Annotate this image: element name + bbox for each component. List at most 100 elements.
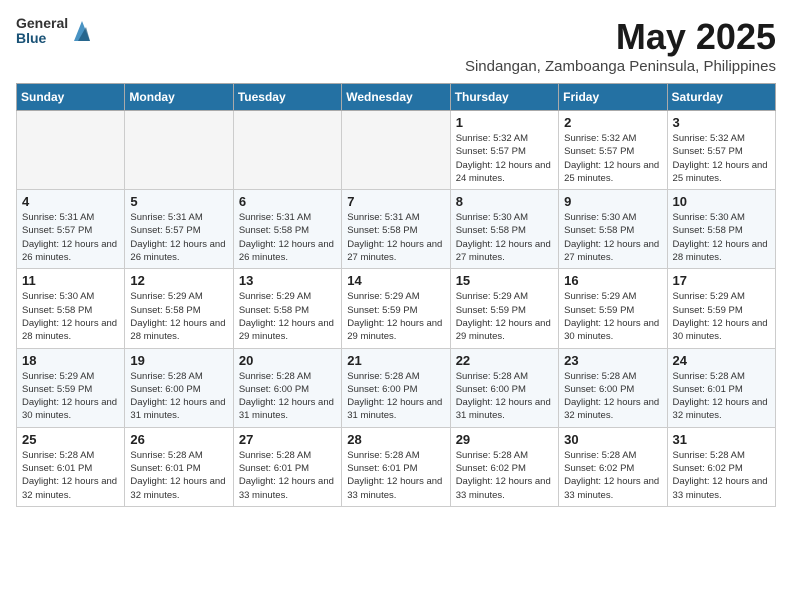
month-year-title: May 2025 [465,16,776,58]
day-info: Sunrise: 5:31 AMSunset: 5:58 PMDaylight:… [239,211,336,264]
title-section: May 2025 Sindangan, Zamboanga Peninsula,… [465,16,776,75]
location-subtitle: Sindangan, Zamboanga Peninsula, Philippi… [465,58,776,75]
calendar-week-row: 11 Sunrise: 5:30 AMSunset: 5:58 PMDayligh… [17,269,776,348]
day-number: 5 [130,194,227,209]
day-info: Sunrise: 5:28 AMSunset: 6:00 PMDaylight:… [130,370,227,423]
day-number: 24 [673,353,770,368]
day-number: 6 [239,194,336,209]
day-number: 27 [239,432,336,447]
weekday-header-row: SundayMondayTuesdayWednesdayThursdayFrid… [17,84,776,111]
weekday-header-saturday: Saturday [667,84,775,111]
day-number: 20 [239,353,336,368]
day-info: Sunrise: 5:28 AMSunset: 6:00 PMDaylight:… [347,370,444,423]
day-number: 1 [456,115,553,130]
calendar-day-cell: 25 Sunrise: 5:28 AMSunset: 6:01 PMDayligh… [17,427,125,506]
day-number: 18 [22,353,119,368]
day-info: Sunrise: 5:28 AMSunset: 6:01 PMDaylight:… [239,449,336,502]
logo-general: General [16,16,68,31]
day-info: Sunrise: 5:29 AMSunset: 5:59 PMDaylight:… [673,290,770,343]
day-info: Sunrise: 5:31 AMSunset: 5:57 PMDaylight:… [130,211,227,264]
day-info: Sunrise: 5:32 AMSunset: 5:57 PMDaylight:… [564,132,661,185]
calendar-day-cell: 26 Sunrise: 5:28 AMSunset: 6:01 PMDayligh… [125,427,233,506]
day-info: Sunrise: 5:29 AMSunset: 5:58 PMDaylight:… [239,290,336,343]
day-info: Sunrise: 5:32 AMSunset: 5:57 PMDaylight:… [673,132,770,185]
day-info: Sunrise: 5:28 AMSunset: 6:02 PMDaylight:… [456,449,553,502]
day-info: Sunrise: 5:29 AMSunset: 5:59 PMDaylight:… [564,290,661,343]
day-number: 28 [347,432,444,447]
day-number: 14 [347,273,444,288]
day-info: Sunrise: 5:29 AMSunset: 5:59 PMDaylight:… [347,290,444,343]
day-info: Sunrise: 5:28 AMSunset: 6:01 PMDaylight:… [347,449,444,502]
day-info: Sunrise: 5:28 AMSunset: 6:01 PMDaylight:… [673,370,770,423]
day-number: 21 [347,353,444,368]
calendar-day-cell: 19 Sunrise: 5:28 AMSunset: 6:00 PMDayligh… [125,348,233,427]
day-info: Sunrise: 5:30 AMSunset: 5:58 PMDaylight:… [673,211,770,264]
day-info: Sunrise: 5:29 AMSunset: 5:59 PMDaylight:… [22,370,119,423]
day-number: 19 [130,353,227,368]
calendar-day-cell: 14 Sunrise: 5:29 AMSunset: 5:59 PMDayligh… [342,269,450,348]
calendar-day-cell: 15 Sunrise: 5:29 AMSunset: 5:59 PMDayligh… [450,269,558,348]
logo-icon [72,19,92,43]
day-info: Sunrise: 5:29 AMSunset: 5:59 PMDaylight:… [456,290,553,343]
calendar-day-cell: 23 Sunrise: 5:28 AMSunset: 6:00 PMDayligh… [559,348,667,427]
day-number: 22 [456,353,553,368]
day-number: 26 [130,432,227,447]
day-number: 8 [456,194,553,209]
day-number: 4 [22,194,119,209]
day-info: Sunrise: 5:31 AMSunset: 5:57 PMDaylight:… [22,211,119,264]
day-number: 3 [673,115,770,130]
calendar-day-cell: 20 Sunrise: 5:28 AMSunset: 6:00 PMDayligh… [233,348,341,427]
calendar-day-cell: 12Sunrise: 5:29 AMSunset: 5:58 PMDayligh… [125,269,233,348]
day-number: 11 [22,273,119,288]
calendar-day-cell: 8Sunrise: 5:30 AMSunset: 5:58 PMDaylight… [450,190,558,269]
weekday-header-wednesday: Wednesday [342,84,450,111]
day-number: 25 [22,432,119,447]
day-number: 23 [564,353,661,368]
day-info: Sunrise: 5:28 AMSunset: 6:00 PMDaylight:… [564,370,661,423]
calendar-day-cell: 9Sunrise: 5:30 AMSunset: 5:58 PMDaylight… [559,190,667,269]
day-number: 30 [564,432,661,447]
day-info: Sunrise: 5:32 AMSunset: 5:57 PMDaylight:… [456,132,553,185]
calendar-day-cell: 24 Sunrise: 5:28 AMSunset: 6:01 PMDayligh… [667,348,775,427]
day-info: Sunrise: 5:30 AMSunset: 5:58 PMDaylight:… [564,211,661,264]
calendar-day-cell [125,111,233,190]
day-number: 29 [456,432,553,447]
calendar-day-cell: 17 Sunrise: 5:29 AMSunset: 5:59 PMDayligh… [667,269,775,348]
calendar-day-cell: 13 Sunrise: 5:29 AMSunset: 5:58 PMDayligh… [233,269,341,348]
day-info: Sunrise: 5:28 AMSunset: 6:01 PMDaylight:… [130,449,227,502]
weekday-header-thursday: Thursday [450,84,558,111]
weekday-header-tuesday: Tuesday [233,84,341,111]
day-number: 2 [564,115,661,130]
calendar-week-row: 25 Sunrise: 5:28 AMSunset: 6:01 PMDayligh… [17,427,776,506]
page-header: General Blue May 2025 Sindangan, Zamboan… [16,16,776,75]
day-info: Sunrise: 5:28 AMSunset: 6:00 PMDaylight:… [456,370,553,423]
calendar-day-cell: 22 Sunrise: 5:28 AMSunset: 6:00 PMDayligh… [450,348,558,427]
logo: General Blue [16,16,92,47]
calendar-day-cell: 21 Sunrise: 5:28 AMSunset: 6:00 PMDayligh… [342,348,450,427]
calendar-day-cell: 29 Sunrise: 5:28 AMSunset: 6:02 PMDayligh… [450,427,558,506]
calendar-day-cell: 10Sunrise: 5:30 AMSunset: 5:58 PMDayligh… [667,190,775,269]
calendar-week-row: 18 Sunrise: 5:29 AMSunset: 5:59 PMDayligh… [17,348,776,427]
day-number: 17 [673,273,770,288]
calendar-day-cell: 7 Sunrise: 5:31 AMSunset: 5:58 PMDaylight… [342,190,450,269]
day-info: Sunrise: 5:28 AMSunset: 6:01 PMDaylight:… [22,449,119,502]
day-number: 15 [456,273,553,288]
calendar-day-cell: 4 Sunrise: 5:31 AMSunset: 5:57 PMDaylight… [17,190,125,269]
day-number: 31 [673,432,770,447]
day-number: 7 [347,194,444,209]
calendar-week-row: 4 Sunrise: 5:31 AMSunset: 5:57 PMDaylight… [17,190,776,269]
day-info: Sunrise: 5:28 AMSunset: 6:02 PMDaylight:… [564,449,661,502]
calendar-day-cell: 5 Sunrise: 5:31 AMSunset: 5:57 PMDaylight… [125,190,233,269]
calendar-day-cell: 2 Sunrise: 5:32 AMSunset: 5:57 PMDaylight… [559,111,667,190]
day-number: 16 [564,273,661,288]
calendar-day-cell [342,111,450,190]
weekday-header-sunday: Sunday [17,84,125,111]
weekday-header-monday: Monday [125,84,233,111]
day-number: 13 [239,273,336,288]
calendar-day-cell: 16 Sunrise: 5:29 AMSunset: 5:59 PMDayligh… [559,269,667,348]
day-number: 12 [130,273,227,288]
day-info: Sunrise: 5:31 AMSunset: 5:58 PMDaylight:… [347,211,444,264]
calendar-day-cell: 27 Sunrise: 5:28 AMSunset: 6:01 PMDayligh… [233,427,341,506]
day-info: Sunrise: 5:30 AMSunset: 5:58 PMDaylight:… [22,290,119,343]
day-info: Sunrise: 5:28 AMSunset: 6:00 PMDaylight:… [239,370,336,423]
